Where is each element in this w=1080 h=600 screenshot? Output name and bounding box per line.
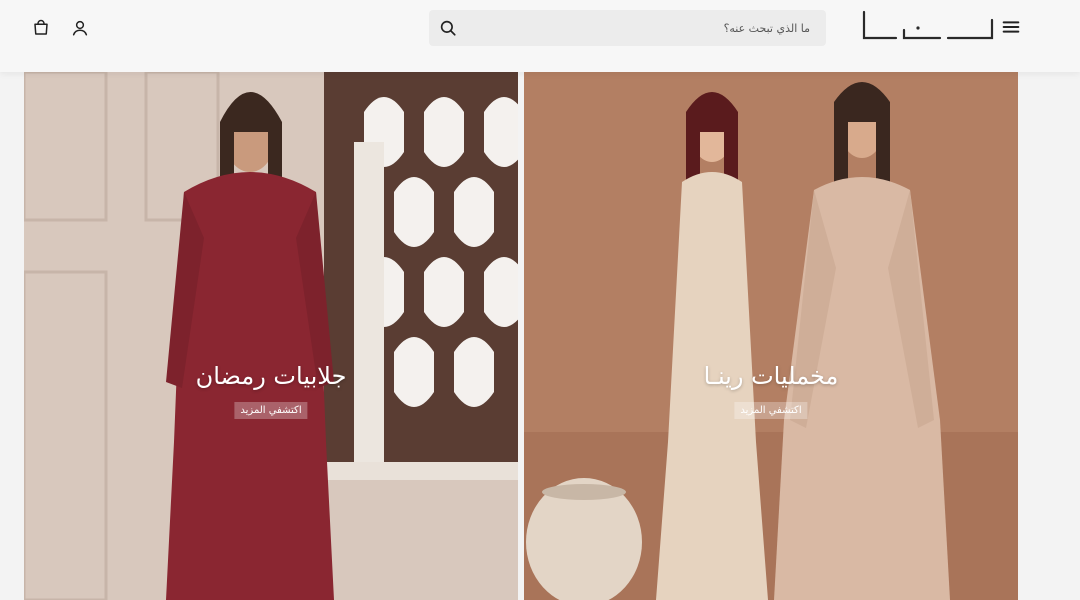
search-input[interactable] [482,18,812,38]
search-bar [429,10,826,46]
cart-button[interactable] [29,16,53,40]
user-icon [72,20,88,36]
banner-image-ramadan [24,72,518,600]
account-button[interactable] [68,16,92,40]
banner-title: مخمليات رينـا [703,362,839,390]
shopping-bag-icon [34,19,48,35]
hero-banners: جلابيات رمضان اكتشفي المزيد مخمليات رينـ… [0,72,1080,600]
banner-ramadan-jalabiyas[interactable]: جلابيات رمضان اكتشفي المزيد [24,72,518,600]
brand-logo[interactable] [860,8,996,44]
hamburger-menu-icon[interactable] [1000,16,1022,38]
discover-more-button[interactable]: اكتشفي المزيد [734,402,808,419]
discover-more-button[interactable]: اكتشفي المزيد [234,402,308,419]
banner-rina-velvets[interactable]: مخمليات رينـا اكتشفي المزيد [524,72,1018,600]
banner-image-velvets [524,72,1018,600]
search-icon[interactable] [439,19,457,37]
site-header [0,0,1080,72]
banner-title: جلابيات رمضان [195,362,347,390]
